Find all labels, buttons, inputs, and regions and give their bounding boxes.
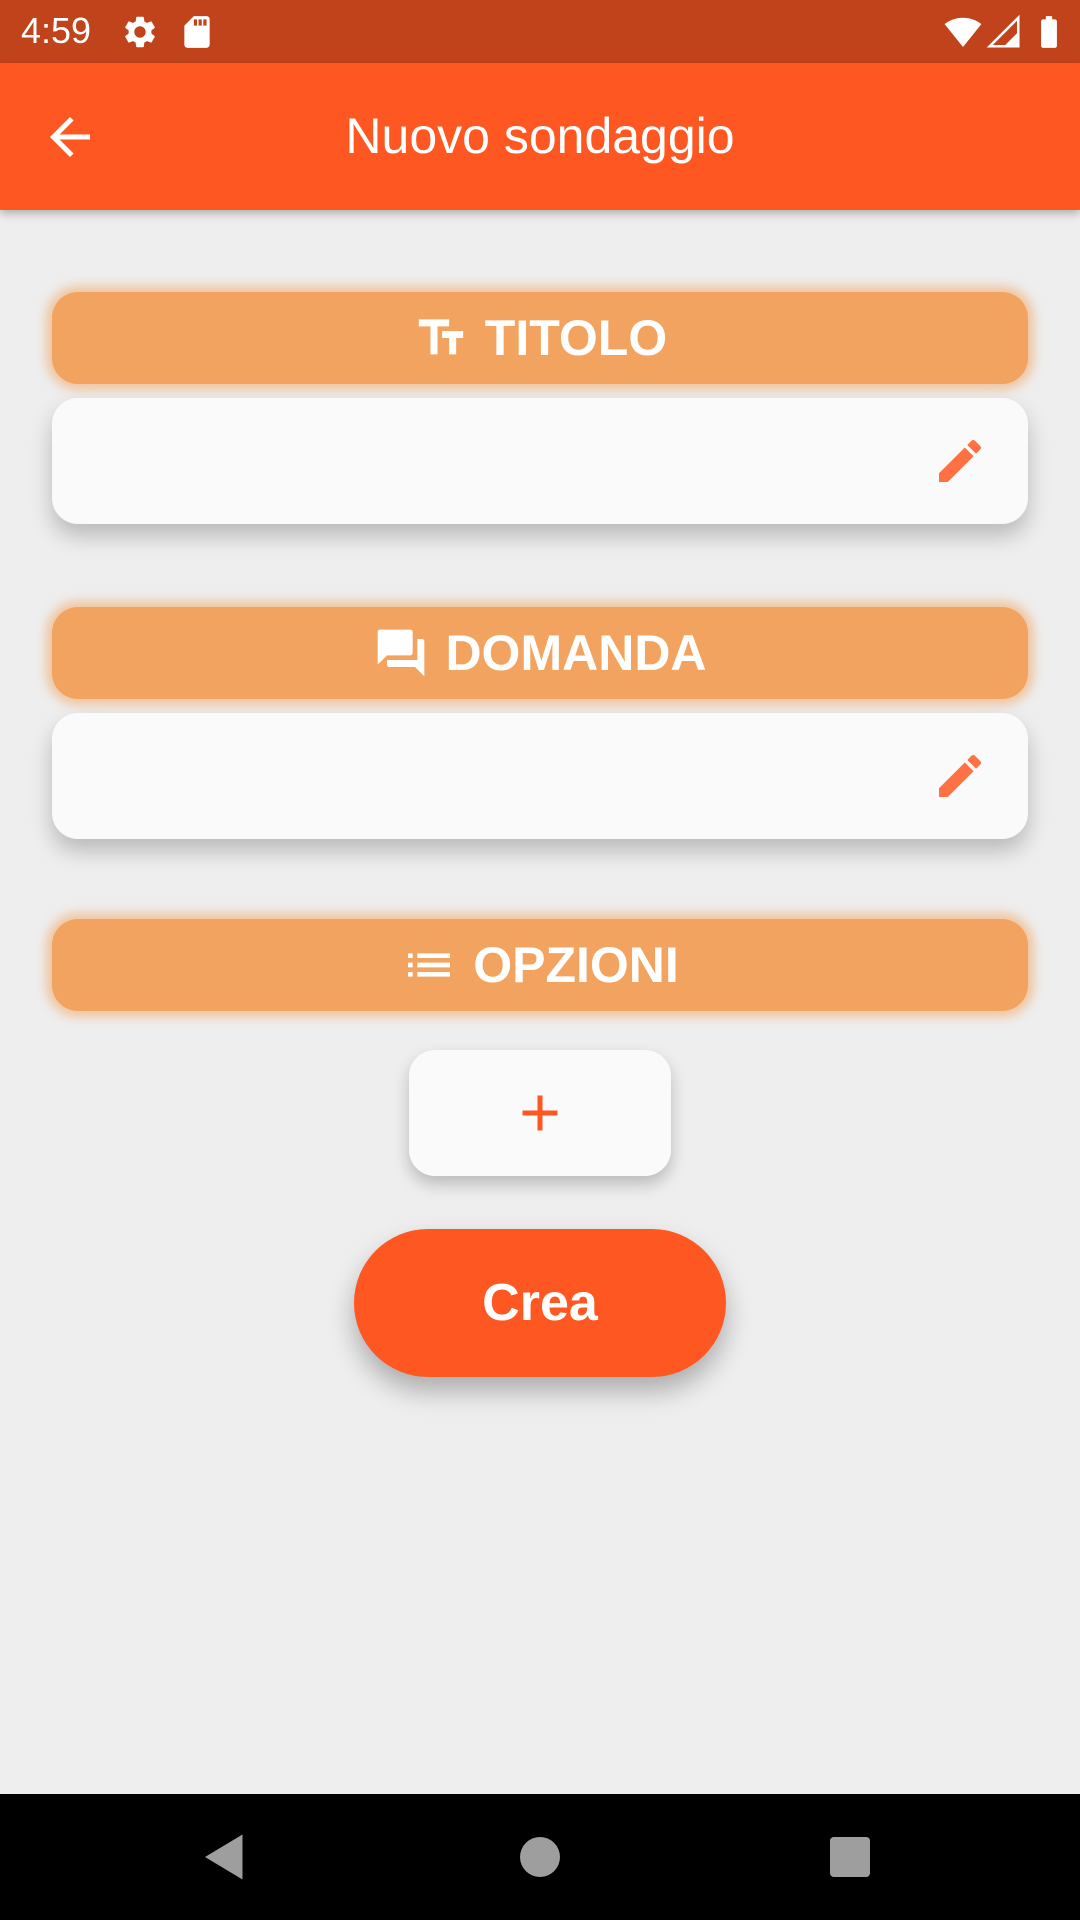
question-section-header: DOMANDA [52,607,1028,699]
title-input[interactable] [82,398,946,526]
status-bar: 4:59 [0,0,1080,63]
forum-icon [373,625,429,681]
question-input[interactable] [82,713,946,841]
list-icon [401,937,457,993]
question-field[interactable] [52,713,1028,841]
wifi-icon [944,13,982,51]
page-title: Nuovo sondaggio [345,108,735,164]
title-field[interactable] [52,398,1028,526]
options-section-header: OPZIONI [52,919,1028,1011]
recents-square-icon[interactable] [820,1827,880,1887]
options-section-label: OPZIONI [473,937,679,993]
app-bar: Nuovo sondaggio [0,63,1080,210]
signal-icon [985,13,1023,51]
edit-icon [932,433,988,489]
plus-icon [522,1095,558,1131]
sd-card-icon [178,13,216,51]
question-section-label: DOMANDA [445,625,707,681]
title-section-label: TITOLO [484,310,668,366]
home-circle-icon[interactable] [510,1827,570,1887]
text-fields-icon [413,310,469,366]
title-section-header: TITOLO [52,292,1028,384]
navigation-bar [0,1794,1080,1920]
create-button[interactable]: Crea [354,1229,726,1377]
edit-icon [932,748,988,804]
status-time: 4:59 [21,10,92,51]
battery-icon [1030,13,1068,51]
back-triangle-icon[interactable] [195,1827,255,1887]
add-option-button[interactable] [409,1050,671,1176]
settings-icon [121,13,159,51]
